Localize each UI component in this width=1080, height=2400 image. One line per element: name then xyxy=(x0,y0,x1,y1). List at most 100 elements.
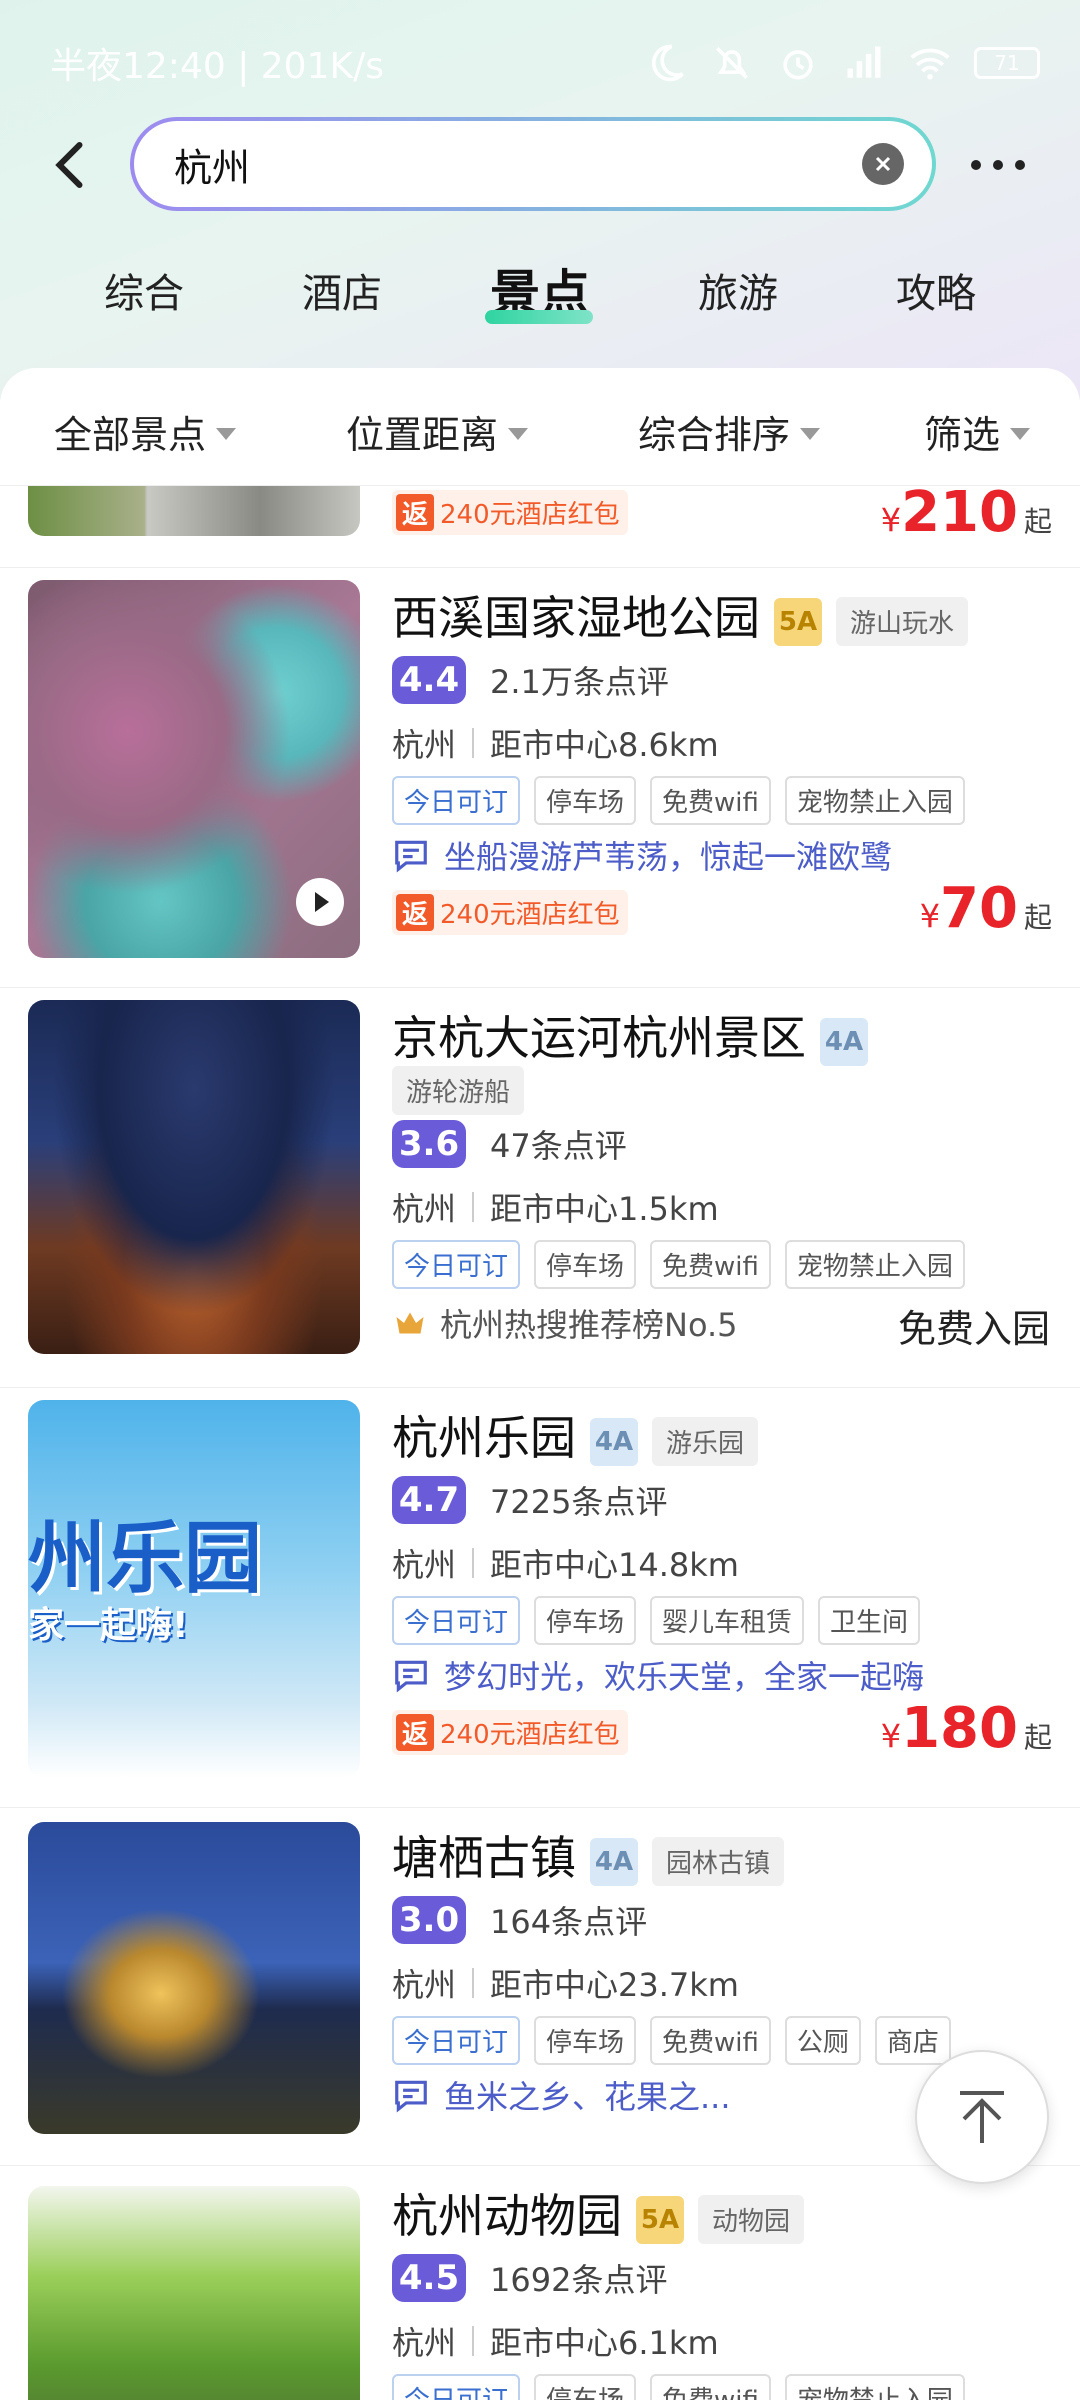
category-tag: 游山玩水 xyxy=(836,597,969,646)
category-tag: 园林古镇 xyxy=(652,1837,785,1886)
review-count: 2.1万条点评 xyxy=(490,663,669,701)
location-row: 杭州 距市中心6.1km xyxy=(392,2318,719,2364)
list-item[interactable]: 州乐园 家一起嗨! 杭州乐园 4A 游乐园 4.7 7225条点评 杭州 距市中心14… xyxy=(0,1388,1080,1808)
filter-more[interactable]: 筛选 xyxy=(924,404,1031,459)
city: 杭州 xyxy=(392,1966,457,2004)
comment-icon xyxy=(395,2080,427,2113)
price: ¥ 210 起 xyxy=(881,486,1052,545)
moon-icon xyxy=(651,44,684,82)
free-entry-label: 免费入园 xyxy=(897,1307,1050,1351)
price-symbol: ¥ xyxy=(919,897,941,935)
feature-tag: 今日可订 xyxy=(392,1596,521,1645)
attraction-name: 京杭大运河杭州景区 xyxy=(392,1011,806,1065)
redpack-prefix: 返 xyxy=(396,494,435,531)
attraction-thumbnail xyxy=(28,1000,360,1354)
attraction-name: 塘栖古镇 xyxy=(392,1831,576,1885)
tab-guides[interactable]: 攻略 xyxy=(856,250,1016,330)
city: 杭州 xyxy=(392,1190,457,1228)
hotel-redpack-badge: 返 240元酒店红包 xyxy=(392,1710,628,1755)
redpack-text: 240元酒店红包 xyxy=(440,900,620,930)
attraction-name: 杭州乐园 xyxy=(392,1411,576,1465)
highlight-text: 坐船漫游芦苇荡，惊起一滩欧鹭 xyxy=(444,838,893,876)
filter-label: 筛选 xyxy=(924,413,1001,457)
redpack-prefix: 返 xyxy=(396,1714,435,1751)
price-suffix: 起 xyxy=(1023,1721,1052,1754)
arrow-up-icon xyxy=(960,2091,1004,2143)
filter-distance[interactable]: 位置距离 xyxy=(346,404,529,459)
more-options-icon[interactable] xyxy=(968,145,1028,185)
separator xyxy=(472,1192,475,1222)
attraction-thumbnail xyxy=(28,580,360,958)
thumbnail-text: 州乐园 xyxy=(28,1514,263,1604)
back-to-top-button[interactable] xyxy=(915,2050,1049,2184)
filter-sort[interactable]: 综合排序 xyxy=(638,404,821,459)
distance: 距市中心8.6km xyxy=(490,726,719,764)
city: 杭州 xyxy=(392,1546,457,1584)
location-row: 杭州 距市中心23.7km xyxy=(392,1960,739,2006)
feature-tag: 婴儿车租赁 xyxy=(650,1596,805,1645)
status-icons: 71 xyxy=(644,41,1040,85)
location-row: 杭州 距市中心1.5km xyxy=(392,1184,719,1230)
separator xyxy=(472,728,475,758)
separator xyxy=(472,2326,475,2356)
feature-tag: 今日可订 xyxy=(392,776,521,825)
level-badge: 4A xyxy=(590,1417,638,1466)
feature-tag: 商店 xyxy=(874,2016,951,2065)
back-arrow-icon[interactable] xyxy=(42,135,102,195)
highlight-row: 鱼米之乡、花果之... xyxy=(392,2072,731,2118)
filter-label: 综合排序 xyxy=(638,413,791,457)
caret-down-icon xyxy=(216,427,237,440)
feature-tags: 今日可订 停车场 免费wifi 公厕 商店 xyxy=(392,2016,951,2065)
attraction-thumbnail xyxy=(28,486,360,536)
review-count: 7225条点评 xyxy=(490,1483,668,1521)
attraction-title: 塘栖古镇 4A 园林古镇 xyxy=(392,1822,785,1888)
price-suffix: 起 xyxy=(1023,505,1052,538)
separator xyxy=(472,1548,475,1578)
rating-row: 4.5 1692条点评 xyxy=(392,2254,667,2302)
status-bar: 半夜12:40 | 201K/s 71 xyxy=(50,38,1040,88)
rating-score: 3.6 xyxy=(392,1120,466,1168)
review-count: 164条点评 xyxy=(490,1903,648,1941)
tab-hotel[interactable]: 酒店 xyxy=(262,250,422,330)
price-symbol: ¥ xyxy=(880,1717,902,1755)
tab-travel[interactable]: 旅游 xyxy=(658,250,818,330)
review-count: 1692条点评 xyxy=(490,2261,668,2299)
price-symbol: ¥ xyxy=(880,501,902,539)
status-time: 半夜12:40 | 201K/s xyxy=(50,46,384,87)
list-item[interactable]: 返 240元酒店红包 ¥ 210 起 xyxy=(0,486,1080,568)
tab-general[interactable]: 综合 xyxy=(64,250,224,330)
feature-tag: 免费wifi xyxy=(650,776,771,825)
list-item[interactable]: 京杭大运河杭州景区 4A 游轮游船 3.6 47条点评 杭州 距市中心1.5km 今… xyxy=(0,988,1080,1388)
level-badge: 4A xyxy=(820,1017,868,1066)
clear-search-icon[interactable] xyxy=(862,143,904,185)
hot-ranking-row[interactable]: 杭州热搜推荐榜No.5 xyxy=(392,1300,738,1346)
filter-all-attractions[interactable]: 全部景点 xyxy=(54,404,237,459)
price: ¥ 70 起 xyxy=(920,876,1052,941)
mute-bell-icon xyxy=(716,47,748,79)
distance: 距市中心1.5km xyxy=(490,1190,719,1228)
active-tab-indicator xyxy=(485,310,593,324)
alarm-icon xyxy=(783,50,813,80)
feature-tags: 今日可订 停车场 免费wifi 宠物禁止入园 xyxy=(392,1240,965,1289)
city: 杭州 xyxy=(392,726,457,764)
attraction-title: 西溪国家湿地公园 5A 游山玩水 xyxy=(392,582,969,648)
attraction-title: 杭州乐园 4A 游乐园 xyxy=(392,1402,759,1468)
battery-level: 71 xyxy=(994,51,1020,75)
price-value: 70 xyxy=(940,876,1018,941)
search-input[interactable]: 杭州 xyxy=(130,117,936,211)
redpack-text: 240元酒店红包 xyxy=(440,1720,620,1750)
filter-label: 全部景点 xyxy=(54,413,207,457)
attraction-title: 杭州动物园 5A 动物园 xyxy=(392,2180,805,2246)
list-item[interactable]: 杭州动物园 5A 动物园 4.5 1692条点评 杭州距市中心6.1km 今日可订 … xyxy=(0,2166,1080,2400)
feature-tag: 免费wifi xyxy=(650,2016,771,2065)
list-item[interactable]: 西溪国家湿地公园 5A 游山玩水 4.4 2.1万条点评 杭州 距市中心8.6km 今… xyxy=(0,568,1080,988)
search-query: 杭州 xyxy=(174,145,251,190)
feature-tag: 今日可订 xyxy=(392,2016,521,2065)
battery-icon: 71 xyxy=(974,47,1040,79)
play-video-icon[interactable] xyxy=(294,876,346,928)
redpack-text: 240元酒店红包 xyxy=(440,500,620,530)
feature-tag: 停车场 xyxy=(534,776,637,825)
level-badge: 5A xyxy=(636,2195,684,2244)
signal-icon xyxy=(847,46,881,78)
comment-icon xyxy=(395,840,427,873)
